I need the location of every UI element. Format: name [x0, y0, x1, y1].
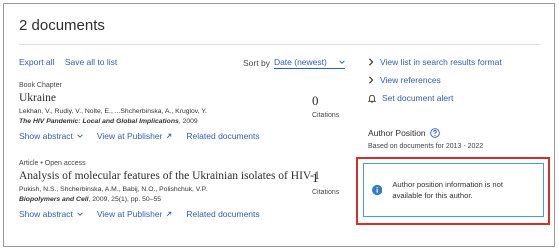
set-alert-link[interactable]: Set document alert [368, 93, 453, 103]
related-documents-link[interactable]: Related documents [186, 131, 259, 141]
view-references-link[interactable]: View references [368, 75, 441, 85]
view-at-publisher-label: View at Publisher [96, 131, 163, 141]
citations-label: Citations [312, 112, 340, 119]
document-type: Article • Open access [19, 160, 86, 167]
source-name: The HIV Pandemic: Local and Global Impli… [19, 118, 179, 125]
set-alert-label: Set document alert [382, 93, 454, 103]
document-title[interactable]: Ukraine [19, 92, 339, 104]
document-title[interactable]: Analysis of molecular features of the Uk… [19, 170, 339, 182]
document-authors: Lekhan, V., Rudiy, V., Nolte, E., ...Shc… [19, 108, 207, 115]
view-list-link[interactable]: View list in search results format [368, 57, 502, 67]
document-authors: Pukish, N.S., Shcherbinska, A.M., Babij,… [19, 186, 208, 193]
document-actions: Show abstract View at Publisher Related … [19, 131, 339, 141]
chevron-down-icon [339, 60, 345, 64]
author-position-info-text: Author position information is not avail… [392, 180, 503, 200]
author-position-subtitle: Based on documents for 2013 - 2022 [368, 143, 484, 150]
chevron-down-icon [77, 134, 83, 138]
results-toolbar: Export all Save all to list [19, 57, 117, 67]
export-all-button[interactable]: Export all [19, 57, 54, 67]
view-list-label: View list in search results format [380, 57, 502, 67]
view-at-publisher-label: View at Publisher [96, 209, 163, 219]
document-type: Book Chapter [19, 82, 62, 89]
chevron-right-icon [369, 58, 374, 66]
author-position-title: Author Position [368, 128, 426, 138]
document-actions: Show abstract View at Publisher Related … [19, 209, 339, 219]
show-abstract-label: Show abstract [19, 131, 73, 141]
document-source: The HIV Pandemic: Local and Global Impli… [19, 118, 339, 125]
show-abstract-button[interactable]: Show abstract [19, 131, 83, 141]
citations-label: Citations [312, 189, 340, 196]
help-icon[interactable] [429, 128, 440, 138]
info-icon [372, 184, 383, 196]
sort-control: Sort by Date (newest) [243, 57, 345, 69]
source-details: , 2009 [178, 118, 198, 125]
citation-count: 1 [312, 170, 319, 185]
view-at-publisher-link[interactable]: View at Publisher [97, 131, 173, 141]
related-documents-link[interactable]: Related documents [186, 209, 259, 219]
view-at-publisher-link[interactable]: View at Publisher [97, 209, 173, 219]
source-details: , 2009, 25(1), pp. 50–55 [88, 196, 162, 203]
external-link-icon [167, 211, 172, 217]
external-link-icon [167, 133, 172, 139]
citation-count: 0 [312, 93, 319, 108]
author-position-info-box: Author position information is not avail… [363, 163, 544, 217]
sort-select[interactable]: Date (newest) [273, 57, 345, 69]
chevron-right-icon [369, 76, 374, 84]
sort-label: Sort by [243, 58, 270, 68]
document-item: Article • Open access Analysis of molecu… [19, 160, 339, 219]
view-references-label: View references [380, 75, 441, 85]
author-position-heading: Author Position [368, 128, 440, 138]
save-all-to-list-button[interactable]: Save all to list [65, 57, 117, 67]
show-abstract-label: Show abstract [19, 209, 73, 219]
show-abstract-button[interactable]: Show abstract [19, 209, 83, 219]
source-name: Biopolymers and Cell [19, 196, 89, 203]
document-item: Book Chapter Ukraine Lekhan, V., Rudiy, … [19, 82, 339, 141]
header-divider [19, 44, 540, 45]
sort-value: Date (newest) [273, 57, 327, 67]
page-title: 2 documents [19, 17, 105, 34]
bell-icon [368, 94, 376, 103]
chevron-down-icon [77, 212, 83, 216]
document-source: Biopolymers and Cell, 2009, 25(1), pp. 5… [19, 196, 339, 203]
